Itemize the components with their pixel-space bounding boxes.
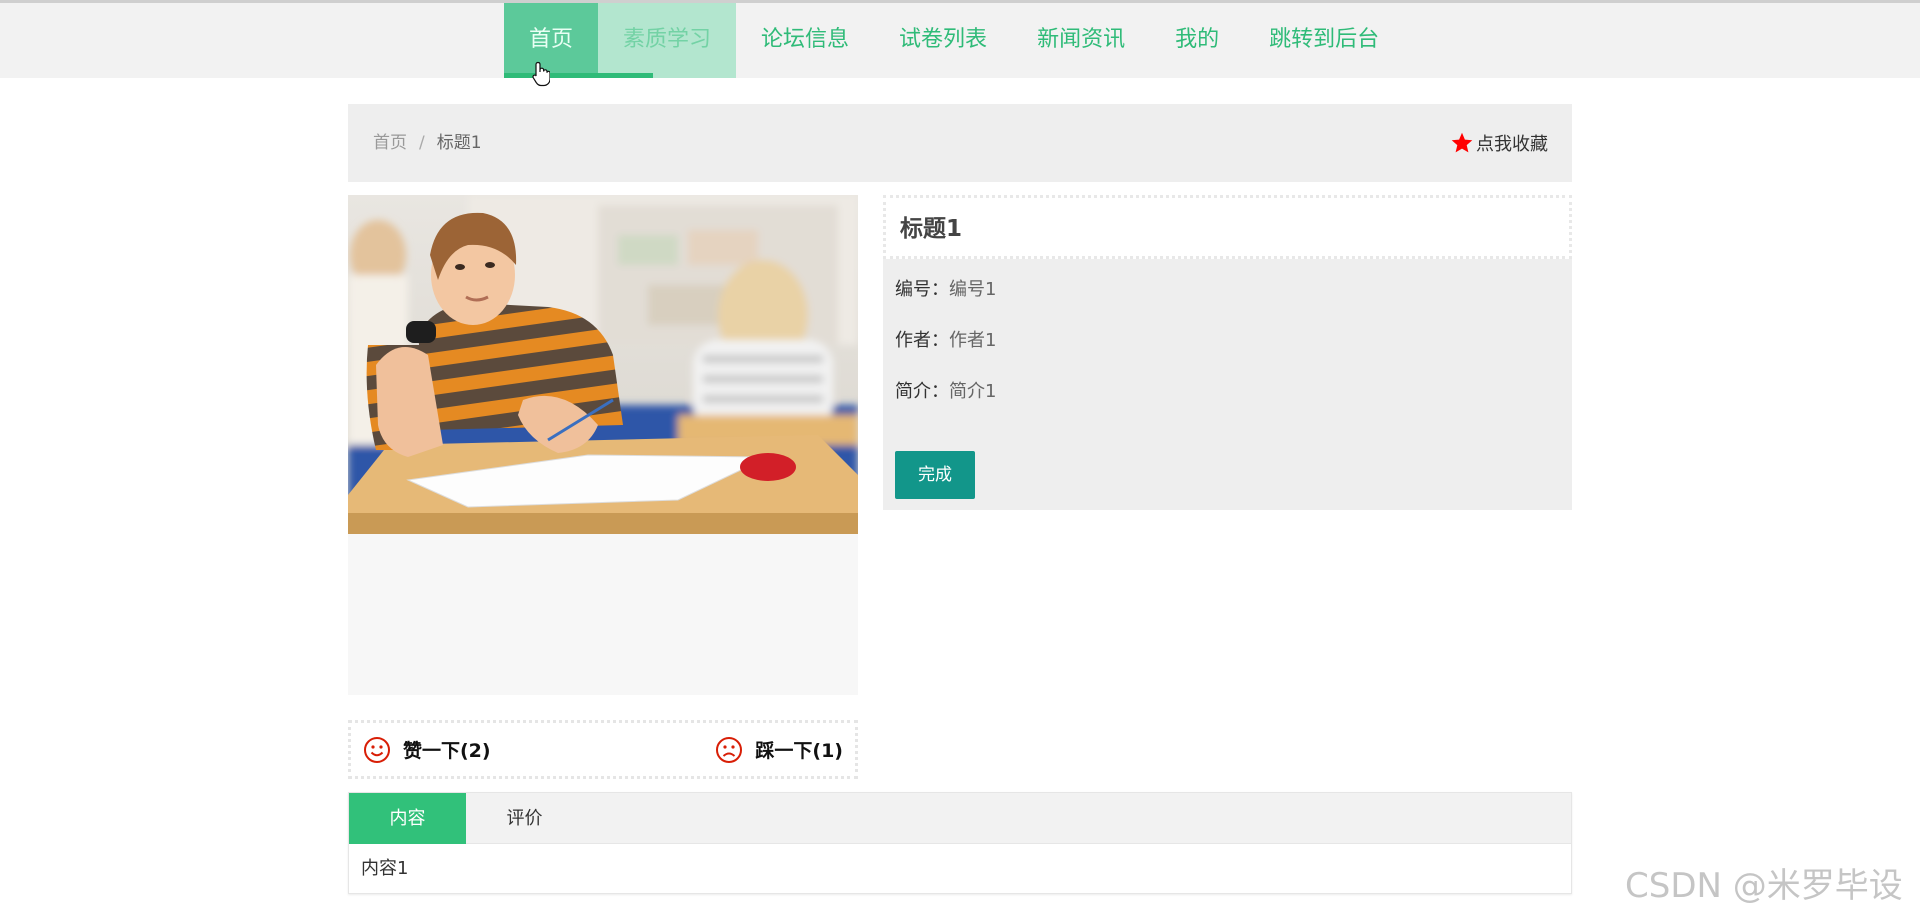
like-label: 赞一下(2) xyxy=(403,740,491,762)
star-icon xyxy=(1451,132,1473,153)
field-number-value: 编号1 xyxy=(949,279,997,300)
like-button[interactable]: 赞一下(2) xyxy=(363,723,491,776)
field-author-value: 作者1 xyxy=(949,330,997,351)
dislike-button[interactable]: 踩一下(1) xyxy=(715,723,843,776)
hand-cursor-icon xyxy=(532,61,550,87)
favorite-button[interactable]: 点我收藏 xyxy=(1450,104,1548,182)
tab-header: 内容 评价 xyxy=(349,793,1571,844)
field-summary-label: 简介： xyxy=(895,381,949,402)
breadcrumb-bar: 首页 / 标题1 点我收藏 xyxy=(348,104,1572,182)
nav-item-home[interactable]: 首页 xyxy=(504,3,599,78)
done-button[interactable]: 完成 xyxy=(895,451,975,499)
detail-title: 标题1 xyxy=(900,216,963,242)
content-tabs: 内容 评价 内容1 xyxy=(348,792,1572,894)
breadcrumb-home[interactable]: 首页 xyxy=(373,133,407,153)
field-summary: 简介：简介1 xyxy=(895,377,996,403)
top-navbar: 首页 素质学习 论坛信息 试卷列表 新闻资讯 我的 跳转到后台 xyxy=(0,3,1920,87)
watermark: CSDN @米罗毕设 xyxy=(1625,866,1903,906)
nav-item-news[interactable]: 新闻资讯 xyxy=(1012,3,1150,78)
smile-icon xyxy=(364,736,390,763)
detail-title-box: 标题1 xyxy=(883,195,1572,259)
field-author: 作者：作者1 xyxy=(895,326,996,352)
field-number: 编号：编号1 xyxy=(895,275,996,301)
nav-item-quality-learning[interactable]: 素质学习 xyxy=(598,3,737,78)
nav-menu: 首页 素质学习 论坛信息 试卷列表 新闻资讯 我的 跳转到后台 xyxy=(504,3,1404,78)
breadcrumb-separator: / xyxy=(419,133,425,153)
vote-bar: 赞一下(2) 踩一下(1) xyxy=(348,720,858,779)
nav-item-mine[interactable]: 我的 xyxy=(1150,3,1244,78)
tab-content[interactable]: 内容 xyxy=(349,793,466,844)
tab-reviews[interactable]: 评价 xyxy=(466,793,583,844)
breadcrumb: 首页 / 标题1 xyxy=(373,104,482,182)
tab-content-body: 内容1 xyxy=(361,858,409,879)
detail-info-panel: 编号：编号1 作者：作者1 简介：简介1 完成 xyxy=(883,259,1572,510)
frown-icon xyxy=(716,736,743,763)
field-summary-value: 简介1 xyxy=(949,381,997,402)
cover-image xyxy=(348,195,858,534)
nav-item-exam-list[interactable]: 试卷列表 xyxy=(874,3,1012,78)
nav-active-underline xyxy=(504,73,653,78)
dislike-label: 踩一下(1) xyxy=(755,740,843,762)
nav-item-admin[interactable]: 跳转到后台 xyxy=(1244,3,1404,78)
nav-item-forum[interactable]: 论坛信息 xyxy=(736,3,874,78)
field-number-label: 编号： xyxy=(895,279,949,300)
breadcrumb-current: 标题1 xyxy=(436,133,482,153)
field-author-label: 作者： xyxy=(895,330,949,351)
cover-image-panel xyxy=(348,195,858,695)
favorite-label: 点我收藏 xyxy=(1476,134,1548,155)
